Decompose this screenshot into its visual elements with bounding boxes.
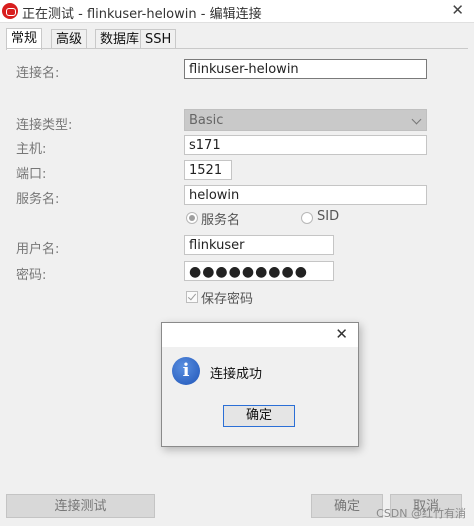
app-logo-icon — [2, 3, 18, 19]
service-name-label: 服务名: — [16, 192, 60, 207]
radio-service-name[interactable] — [186, 212, 198, 224]
tab-databases[interactable]: 数据库 — [95, 29, 145, 49]
username-input[interactable]: flinkuser — [184, 235, 334, 255]
watermark: CSDN @红竹有消 — [376, 507, 466, 520]
window-close-icon[interactable]: ✕ — [451, 1, 464, 19]
tab-advanced[interactable]: 高级 — [51, 29, 88, 49]
connection-type-select[interactable]: Basic — [184, 109, 427, 131]
radio-service-name-label: 服务名 — [201, 213, 241, 228]
connection-type-value: Basic — [189, 113, 224, 128]
radio-sid-label: SID — [317, 209, 340, 224]
dialog-title-bar: ✕ — [162, 323, 358, 347]
connection-name-input[interactable]: flinkuser-helowin — [184, 59, 427, 79]
chevron-down-icon — [411, 114, 422, 125]
save-password-label: 保存密码 — [201, 292, 254, 307]
port-input[interactable]: 1521 — [184, 160, 232, 180]
username-label: 用户名: — [16, 242, 60, 257]
title-bar: 正在测试 - flinkuser-helowin - 编辑连接 ✕ — [0, 0, 474, 23]
edit-connection-window: 正在测试 - flinkuser-helowin - 编辑连接 ✕ 常规 高级 … — [0, 0, 474, 526]
dialog-message: 连接成功 — [210, 367, 263, 382]
connection-type-label: 连接类型: — [16, 118, 73, 133]
test-connection-button[interactable]: 连接测试 — [6, 494, 155, 518]
dialog-ok-button[interactable]: 确定 — [223, 405, 295, 427]
host-input[interactable]: s171 — [184, 135, 427, 155]
radio-sid[interactable] — [301, 212, 313, 224]
info-icon: i — [172, 357, 200, 385]
tab-ssh[interactable]: SSH — [140, 29, 177, 49]
tab-general[interactable]: 常规 — [6, 28, 43, 50]
dialog-body: i 连接成功 确定 — [162, 347, 358, 446]
dialog-close-icon[interactable]: ✕ — [335, 325, 348, 343]
ok-button[interactable]: 确定 — [311, 494, 383, 518]
host-label: 主机: — [16, 142, 47, 157]
password-label: 密码: — [16, 268, 47, 283]
success-dialog: ✕ i 连接成功 确定 — [161, 322, 359, 447]
connection-name-label: 连接名: — [16, 66, 60, 81]
password-input[interactable]: ●●●●●●●●● — [184, 261, 334, 281]
service-name-input[interactable]: helowin — [184, 185, 427, 205]
save-password-checkbox[interactable] — [186, 291, 198, 303]
window-title: 正在测试 - flinkuser-helowin - 编辑连接 — [22, 7, 262, 22]
port-label: 端口: — [16, 167, 47, 182]
